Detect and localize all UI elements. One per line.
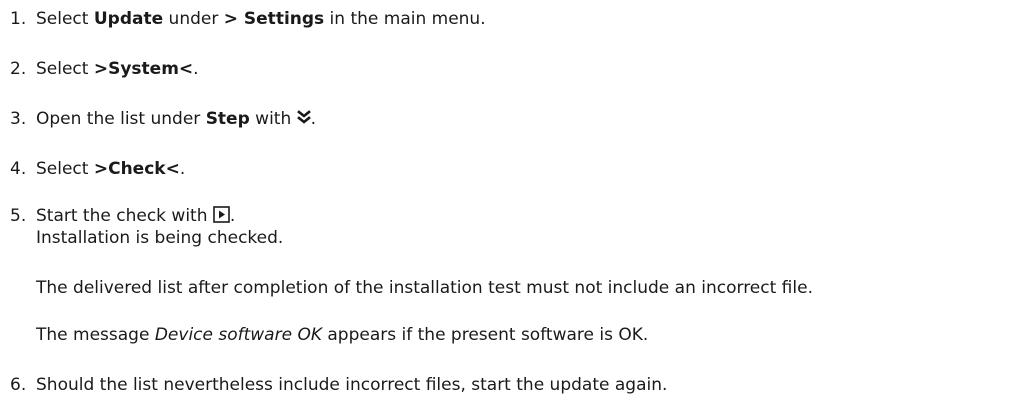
step-number: 2. (10, 59, 27, 79)
instruction-document: 1. Select Update under > Settings in the… (0, 0, 1029, 403)
step-number: 3. (10, 109, 27, 129)
step-text: Select >Check<. (36, 159, 186, 179)
note-paragraph: The message Device software OK appears i… (36, 325, 649, 345)
step-number: 6. (10, 375, 27, 395)
note-paragraph: The delivered list after completion of t… (36, 278, 813, 298)
step-number: 4. (10, 159, 27, 179)
message-text: Device software OK (154, 325, 322, 345)
step-text: Select >System<. (36, 59, 199, 79)
step-text: Should the list nevertheless include inc… (36, 375, 668, 395)
step-number: 1. (10, 9, 27, 29)
play-button-icon (213, 206, 230, 229)
step-text: Select Update under > Settings in the ma… (36, 9, 486, 29)
step-text: Start the check with . (36, 205, 235, 229)
double-chevron-down-icon (296, 110, 311, 132)
step-5-result: Installation is being checked. (36, 228, 284, 248)
step-text: Open the list under Step with . (36, 108, 316, 132)
step-number: 5. (10, 206, 27, 226)
